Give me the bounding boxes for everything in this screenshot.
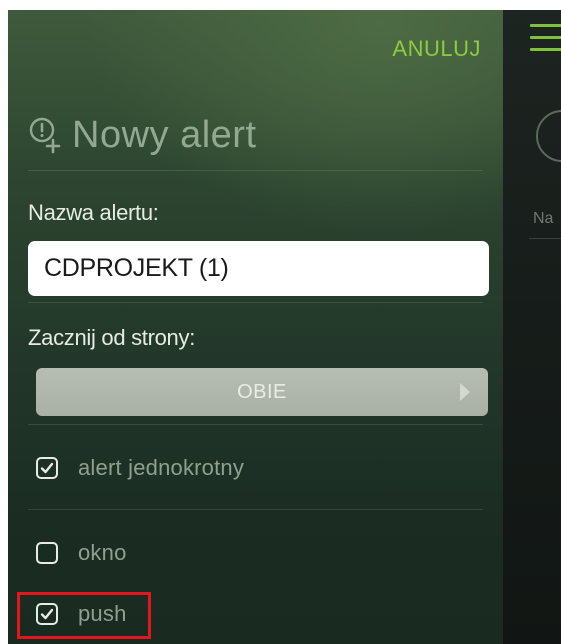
divider [28,170,483,171]
start-side-value: OBIE [237,380,287,403]
option-label: okno [78,540,127,565]
alert-name-label: Nazwa alertu: [28,200,159,225]
start-side-select[interactable]: OBIE [36,368,488,416]
divider [28,424,483,425]
alert-name-input[interactable] [28,241,489,296]
divider [28,509,483,510]
background-divider [529,238,561,239]
new-alert-panel: ANULUJ Nowy alert Nazwa alertu: Zacznij … [8,10,503,644]
chevron-right-icon [460,383,470,401]
background-label-fragment: Na [533,210,554,227]
option-label: alert jednokrotny [78,455,245,480]
page-title-row: Nowy alert [26,110,257,160]
checkbox-unchecked-icon[interactable] [36,542,58,564]
option-window[interactable]: okno [36,533,127,573]
background-view: Na [503,10,561,644]
highlight-box [17,592,151,639]
page-title: Nowy alert [72,113,257,156]
cancel-button[interactable]: ANULUJ [392,36,481,62]
start-side-label: Zacznij od strony: [28,325,196,350]
checkbox-checked-icon[interactable] [36,457,58,479]
menu-icon[interactable] [530,24,561,54]
option-alert-once[interactable]: alert jednokrotny [36,448,244,488]
background-circle-icon [536,110,561,162]
screen: Na ANULUJ Nowy alert Nazwa alertu: Zaczn… [0,0,561,644]
add-alert-icon [29,117,61,154]
divider [28,302,483,303]
